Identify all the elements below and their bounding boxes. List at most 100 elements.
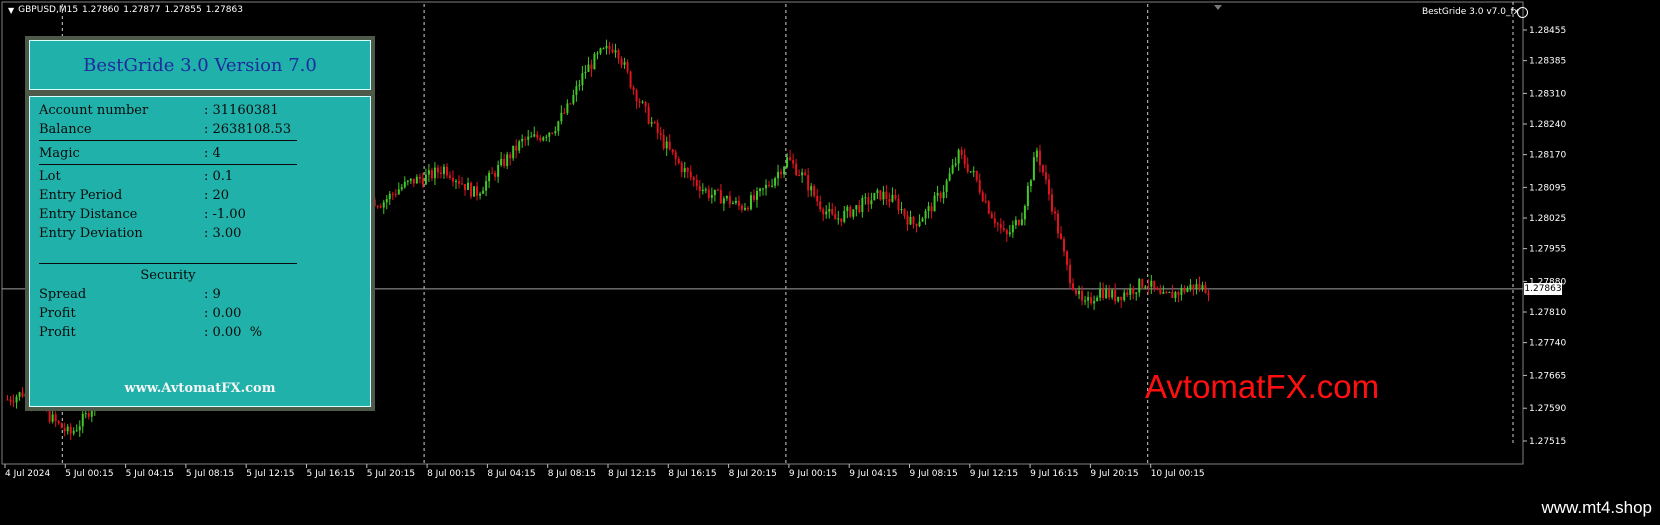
candle-body	[394, 193, 397, 195]
candle-body	[632, 87, 635, 91]
candle-body	[557, 121, 560, 132]
candle-body	[1141, 279, 1144, 288]
candle-body	[722, 198, 725, 204]
price-chart[interactable]: 1.28455 1.28385 1.28310 1.28240 1.28170 1.280…	[0, 0, 1660, 525]
candle-body	[692, 177, 695, 180]
candle-body	[765, 184, 768, 189]
candle-body	[500, 158, 503, 166]
candle-body	[783, 166, 786, 175]
candle-body	[66, 426, 69, 432]
candle-body	[1132, 288, 1135, 294]
candle-body	[1114, 290, 1117, 302]
candle-body	[1171, 292, 1174, 299]
price-tick-label: 1.27955	[1529, 245, 1566, 255]
candle-body	[488, 172, 491, 182]
candle-body	[1069, 264, 1072, 284]
candle-body	[1084, 300, 1087, 302]
candle-body	[599, 48, 602, 54]
candle-body	[734, 200, 737, 203]
candle-body	[1066, 251, 1069, 265]
candle-body	[891, 194, 894, 202]
panel-site-link[interactable]: www.AvtomatFX.com	[30, 381, 370, 396]
candle-body	[963, 154, 966, 165]
candle-body	[518, 141, 521, 151]
candle-body	[1111, 290, 1114, 298]
candle-body	[1081, 290, 1084, 301]
candle-body	[406, 180, 409, 182]
candle-body	[1005, 230, 1008, 235]
candle-body	[418, 176, 421, 179]
info-panel: BestGride 3.0 Version 7.0 Account number…	[25, 36, 375, 411]
candle-body	[491, 172, 494, 174]
candle-body	[1056, 213, 1059, 234]
candle-body	[1174, 292, 1177, 299]
smiley-face-icon[interactable]	[1517, 7, 1528, 18]
panel-title: BestGride 3.0 Version 7.0	[29, 40, 371, 90]
candle-body	[927, 206, 930, 211]
price-tick-label: 1.27590	[1529, 404, 1566, 414]
candle-body	[903, 208, 906, 216]
candle-body	[617, 50, 620, 59]
candle-body	[430, 170, 433, 179]
candle-body	[602, 48, 605, 50]
candle-body	[1177, 292, 1180, 295]
candle-body	[861, 198, 864, 213]
candle-body	[1078, 290, 1081, 295]
candle-body	[888, 198, 891, 202]
candle-body	[689, 171, 692, 178]
candle-body	[578, 85, 581, 87]
candle-body	[467, 182, 470, 191]
candle-body	[427, 170, 430, 175]
candle-body	[1204, 285, 1207, 294]
candle-body	[442, 166, 445, 174]
candle-body	[774, 178, 777, 186]
candle-body	[840, 218, 843, 222]
candle-body	[909, 216, 912, 225]
time-axis-ticks: 4 Jul 2024 5 Jul 00:15 5 Jul 04:15 5 Jul 08…	[4, 464, 1205, 479]
candle-body	[831, 208, 834, 215]
candle-body	[993, 218, 996, 224]
candle-body	[48, 409, 51, 422]
candle-body	[1117, 296, 1120, 302]
candle-body	[626, 62, 629, 72]
candle-body	[786, 157, 789, 167]
price-tick-label: 1.27515	[1529, 437, 1566, 447]
candle-body	[51, 414, 54, 422]
candle-body	[972, 171, 975, 173]
candle-body	[798, 174, 801, 176]
candle-body	[1008, 232, 1011, 235]
price-tick-label: 1.27810	[1529, 308, 1566, 318]
expert-advisor-label[interactable]: BestGride 3.0 v7.0_fx	[1422, 7, 1519, 17]
candle-body	[379, 206, 382, 208]
candle-body	[608, 45, 611, 50]
price-tick-label: 1.28025	[1529, 214, 1566, 224]
candle-body	[683, 167, 686, 173]
candle-body	[1011, 225, 1014, 233]
time-tick-label: 8 Jul 20:15	[729, 469, 777, 479]
symbol-info[interactable]: ▼ GBPUSD,M15 1.27860 1.27877 1.27855 1.2…	[8, 5, 243, 15]
candle-body	[54, 414, 57, 422]
candle-body	[412, 178, 415, 184]
triangle-down-icon[interactable]: ▼	[8, 6, 14, 15]
time-tick-label: 5 Jul 04:15	[126, 469, 174, 479]
chart-shift-marker-icon	[1214, 5, 1222, 10]
candle-body	[731, 202, 734, 204]
candle-body	[512, 145, 515, 159]
candle-body	[978, 180, 981, 193]
candle-body	[1035, 150, 1038, 158]
candle-body	[1138, 279, 1141, 293]
candle-body	[1041, 165, 1044, 173]
time-tick-label: 8 Jul 12:15	[608, 469, 656, 479]
candle-body	[1162, 292, 1165, 294]
time-tick-label: 4 Jul 2024	[5, 469, 50, 479]
candle-body	[57, 421, 60, 424]
candle-body	[906, 215, 909, 225]
candle-body	[18, 392, 21, 397]
candle-body	[1156, 288, 1159, 290]
candle-body	[590, 64, 593, 70]
candle-body	[545, 136, 548, 138]
candle-body	[572, 94, 575, 104]
candle-body	[1047, 179, 1050, 195]
candle-body	[1195, 284, 1198, 290]
candle-body	[596, 53, 599, 55]
